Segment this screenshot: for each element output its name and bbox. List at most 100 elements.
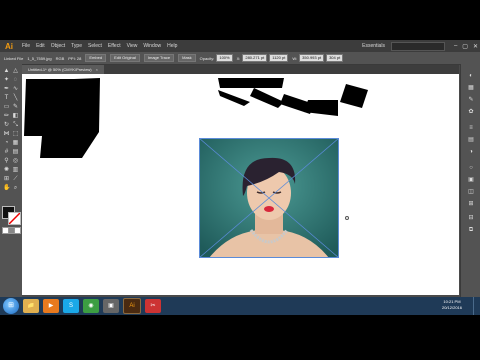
slice-tool-icon[interactable]: ⟋ [12, 176, 19, 183]
help-search-input[interactable] [390, 41, 445, 51]
document-tab[interactable]: Untitled-1* @ 50% (CMYK/Preview) × [22, 65, 104, 74]
close-button[interactable]: ✕ [473, 43, 478, 50]
black-shape-top[interactable] [218, 78, 284, 88]
control-bar: Linked File 1_5_7559.jpg RGB PPI: 28 Emb… [0, 52, 480, 65]
illustrator-taskbar-icon[interactable]: Ai [123, 298, 141, 314]
media-player-icon[interactable]: ▶ [43, 299, 59, 313]
layers-panel-icon[interactable]: ◫ [467, 188, 475, 196]
minimize-button[interactable]: – [454, 43, 457, 49]
direct-selection-tool-icon[interactable]: △ [12, 68, 19, 75]
app-logo: Ai [5, 41, 13, 51]
maximize-button[interactable]: ▢ [462, 43, 468, 50]
color-panel-icon[interactable]: ◐ [467, 72, 475, 80]
menu-bar: Ai File Edit Object Type Select Effect V… [0, 40, 480, 52]
black-bar-1[interactable] [218, 90, 250, 106]
ppi-value: PPI: 28 [68, 55, 82, 61]
x-input[interactable]: 280.271 pt [242, 54, 268, 62]
w-input[interactable]: 350.993 pt [299, 54, 325, 62]
mesh-tool-icon[interactable]: # [3, 149, 10, 156]
menu-view[interactable]: View [127, 40, 138, 52]
image-trace-button[interactable]: Image Trace [143, 54, 175, 62]
curvature-tool-icon[interactable]: ∿ [12, 86, 19, 93]
blend-tool-icon[interactable]: ◎ [12, 158, 19, 165]
width-tool-icon[interactable]: ⋈ [3, 131, 10, 138]
close-tab-icon[interactable]: × [96, 67, 98, 72]
chrome-icon[interactable]: ◉ [83, 299, 99, 313]
artboard-tool-icon[interactable]: ⊞ [3, 176, 10, 183]
image-bounding-box [199, 138, 339, 258]
lasso-tool-icon[interactable]: ◌ [12, 77, 19, 84]
explorer-icon[interactable]: 📁 [23, 299, 39, 313]
menu-help[interactable]: Help [167, 40, 177, 52]
selection-label: Linked File [4, 55, 24, 61]
eyedropper-tool-icon[interactable]: ⚲ [3, 158, 10, 165]
selection-tool-icon[interactable]: ▲ [3, 68, 10, 75]
skype-icon[interactable]: S [63, 299, 79, 313]
artboard-canvas[interactable] [22, 74, 459, 295]
menu-type[interactable]: Type [71, 40, 82, 52]
document-tabs: Untitled-1* @ 50% (CMYK/Preview) × [22, 65, 459, 74]
snipping-tool-icon[interactable]: ✂ [145, 299, 161, 313]
brushes-panel-icon[interactable]: ✎ [467, 96, 475, 104]
eraser-tool-icon[interactable]: ◧ [12, 113, 19, 120]
graphic-styles-panel-icon[interactable]: ▣ [467, 176, 475, 184]
free-transform-tool-icon[interactable]: ⬚ [12, 131, 19, 138]
menu-window[interactable]: Window [143, 40, 161, 52]
pen-tool-icon[interactable]: ✒ [3, 86, 10, 93]
symbol-sprayer-tool-icon[interactable]: ✺ [3, 167, 10, 174]
align-panel-icon[interactable]: ⊟ [467, 214, 475, 222]
transparency-panel-icon[interactable]: ◑ [467, 148, 475, 156]
windows-taskbar: ⊞ 📁 ▶ S ◉ ▣ Ai ✂ 10:21 PM 20/12/2016 [0, 297, 480, 315]
menu-object[interactable]: Object [51, 40, 65, 52]
file-name[interactable]: 1_5_7559.jpg [27, 56, 51, 61]
y-input[interactable]: 1120 pt [269, 54, 289, 62]
show-desktop-button[interactable] [473, 297, 480, 315]
perspective-grid-tool-icon[interactable]: ▦ [12, 140, 19, 147]
black-bar-2[interactable] [250, 88, 284, 108]
menu-select[interactable]: Select [88, 40, 102, 52]
zoom-tool-icon[interactable]: ⌕ [12, 185, 19, 192]
system-clock[interactable]: 10:21 PM 20/12/2016 [442, 299, 462, 311]
hand-tool-icon[interactable]: ✋ [3, 185, 10, 192]
pathfinder-panel-icon[interactable]: ⧉ [467, 226, 475, 234]
menu-effect[interactable]: Effect [108, 40, 121, 52]
h-input[interactable]: 304 pt [326, 54, 344, 62]
embed-button[interactable]: Embed [85, 54, 107, 62]
menu-edit[interactable]: Edit [36, 40, 45, 52]
panel-dock: ◐ ▦ ✎ ✿ ≡ ▤ ◑ ○ ▣ ◫ ⊞ ⊟ ⧉ [460, 64, 480, 315]
photo-viewer-icon[interactable]: ▣ [103, 299, 119, 313]
document-tab-label: Untitled-1* @ 50% (CMYK/Preview) [28, 67, 92, 72]
swatches-panel-icon[interactable]: ▦ [467, 84, 475, 92]
symbols-panel-icon[interactable]: ✿ [467, 108, 475, 116]
type-tool-icon[interactable]: T [3, 95, 10, 102]
rotate-tool-icon[interactable]: ↻ [3, 122, 10, 129]
rectangle-tool-icon[interactable]: ▭ [3, 104, 10, 111]
start-button[interactable]: ⊞ [3, 298, 19, 314]
scale-tool-icon[interactable]: ⤡ [12, 122, 19, 129]
stroke-color-swatch[interactable] [8, 212, 21, 225]
menu-right: Essentials – ▢ ✕ [362, 40, 478, 52]
edit-original-button[interactable]: Edit Original [110, 54, 140, 62]
cursor-icon [345, 216, 349, 220]
gradient-tool-icon[interactable]: ▤ [12, 149, 19, 156]
artboards-panel-icon[interactable]: ⊞ [467, 200, 475, 208]
magic-wand-tool-icon[interactable]: ✦ [3, 77, 10, 84]
stroke-panel-icon[interactable]: ≡ [467, 124, 475, 132]
letterbox-top [0, 0, 480, 40]
line-tool-icon[interactable]: ╲ [12, 95, 19, 102]
mask-button[interactable]: Mask [178, 54, 196, 62]
menu-file[interactable]: File [22, 40, 30, 52]
black-shape-left[interactable] [24, 78, 100, 158]
letterbox-bottom [0, 328, 480, 360]
gradient-panel-icon[interactable]: ▤ [467, 136, 475, 144]
opacity-input[interactable]: 100% [216, 54, 233, 62]
black-bar-5[interactable] [340, 84, 368, 108]
pencil-tool-icon[interactable]: ✏ [3, 113, 10, 120]
none-mode-icon[interactable] [14, 227, 21, 234]
graph-tool-icon[interactable]: ▥ [12, 167, 19, 174]
paintbrush-tool-icon[interactable]: ✎ [12, 104, 19, 111]
x-label: X: [236, 55, 241, 61]
workspace-switcher[interactable]: Essentials [362, 43, 385, 49]
shape-builder-tool-icon[interactable]: ◔ [3, 140, 10, 147]
appearance-panel-icon[interactable]: ○ [467, 164, 475, 172]
